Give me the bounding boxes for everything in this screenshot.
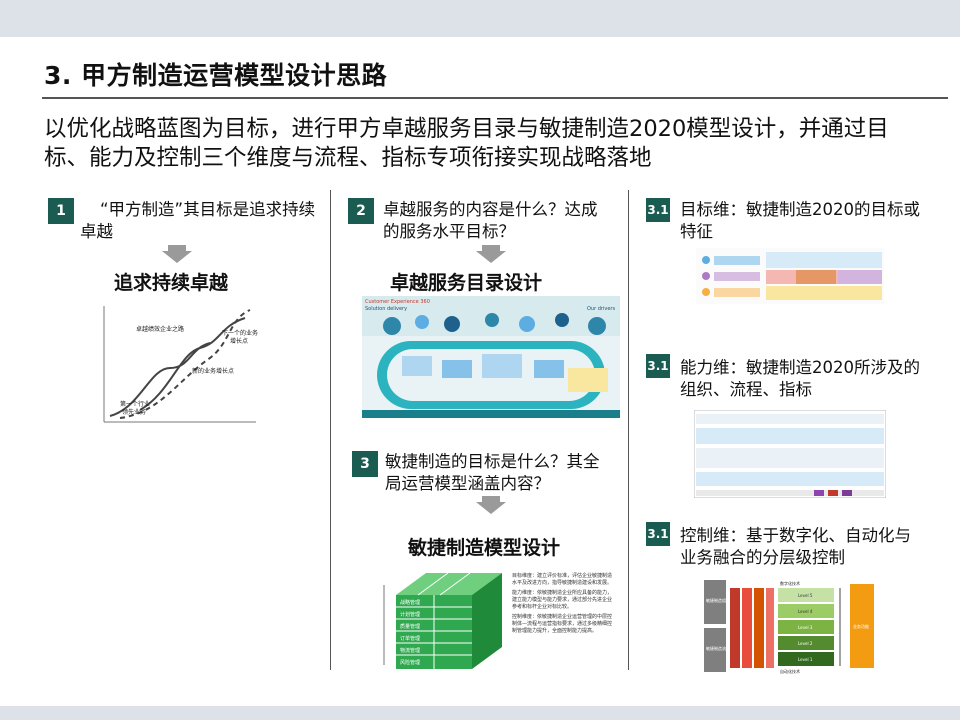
step-badge-2: 2 — [348, 198, 374, 224]
ctrl-level-4: Level 4 — [798, 609, 813, 614]
capability-dimension-image — [694, 410, 886, 498]
img-label-right: Our drivers — [587, 306, 615, 312]
ctrl-right: 业务功能 — [853, 623, 869, 629]
curve-label-first2: 领先业务 — [122, 408, 146, 416]
ctrl-level-3: Level 3 — [798, 625, 813, 630]
dimension-badge-goal: 3.1 — [646, 198, 670, 222]
down-arrow-icon — [476, 496, 506, 514]
img-label-left: Customer Experience 360 — [365, 299, 430, 305]
question-3: 敏捷制造的目标是什么？其全局运营模型涵盖内容？ — [385, 452, 600, 493]
curve-label-top: 卓越绩效企业之路 — [136, 325, 184, 333]
ctrl-level-5: Level 5 — [798, 593, 813, 598]
curve-label-next2: 增长点 — [230, 337, 248, 345]
ctrl-top: 数字化技术 — [780, 580, 800, 586]
ctrl-level-1: Level 1 — [798, 657, 813, 662]
ctrl-bottom: 自动化技术 — [780, 668, 800, 674]
bullet-capability: 能力维度：依敏捷制造企业所应具备的能力，建立能力模型与能力要求，通过部分先进企业… — [512, 590, 613, 610]
heading-sustained-excellence: 追求持续卓越 — [114, 272, 229, 294]
dimension-badge-control: 3.1 — [646, 522, 670, 546]
column-divider-1 — [330, 190, 331, 670]
cube-row-3: 质量管理 — [400, 623, 420, 630]
down-arrow-icon — [162, 245, 192, 263]
service-catalog-image: Customer Experience 360 Solution deliver… — [362, 296, 620, 418]
bullet-goal: 目标维度：建立评价标准，评估企业敏捷制造水平及改进方向，指导敏捷制造建设和发展。 — [512, 573, 613, 586]
step-badge-1: 1 — [48, 198, 74, 224]
curve-label-next: 下一个的业务 — [222, 329, 258, 337]
cube-row-4: 订单管理 — [400, 635, 420, 642]
agile-cube-diagram: 战略管理 计划管理 质量管理 订单管理 物流管理 风险管理 — [380, 565, 510, 675]
bullet-control: 控制维度：依敏捷制造企业运营管理的中层控制体—流程与运营指标要求，通过多级精细控… — [512, 614, 613, 634]
goal-dimension-text: 目标维：敏捷制造2020的目标或特征 — [680, 200, 920, 241]
control-dimension-text: 控制维：基于数字化、自动化与业务融合的分层级控制 — [680, 526, 911, 567]
question-1: “甲方制造”其目标是追求持续卓越 — [80, 200, 316, 241]
down-arrow-icon — [476, 245, 506, 263]
step-badge-3: 3 — [352, 451, 378, 477]
growth-curve-diagram: 卓越绩效企业之路 下一个的业务 增长点 新的业务增长点 第一个行业 领先业务 — [100, 298, 260, 428]
title-divider — [42, 97, 948, 99]
heading-agile-model: 敏捷制造模型设计 — [408, 537, 561, 559]
ctrl-level-2: Level 2 — [798, 641, 813, 646]
column-divider-2 — [628, 190, 629, 670]
question-2: 卓越服务的内容是什么？达成的服务水平目标？ — [383, 200, 598, 241]
img-label-left2: Solution delivery — [365, 306, 407, 312]
ctrl-left-2: 敏捷制造流程 — [706, 645, 730, 651]
ctrl-left-1: 敏捷制造组织 — [706, 597, 730, 603]
agile-model-bullets: 目标维度：建立评价标准，评估企业敏捷制造水平及改进方向，指导敏捷制造建设和发展。… — [512, 573, 616, 635]
cube-row-6: 风险管理 — [400, 659, 420, 666]
curve-label-new: 新的业务增长点 — [192, 367, 234, 375]
cube-row-2: 计划管理 — [400, 611, 420, 618]
control-dimension-diagram: 敏捷制造组织 敏捷制造流程 数字化技术 Level 5 Level 4 Leve… — [702, 578, 878, 674]
capability-dimension-text: 能力维：敏捷制造2020所涉及的组织、流程、指标 — [680, 358, 920, 399]
heading-service-catalog: 卓越服务目录设计 — [390, 272, 543, 294]
cube-row-1: 战略管理 — [400, 599, 420, 606]
bottom-bar — [0, 706, 960, 720]
top-bar — [0, 0, 960, 37]
page-title: 3. 甲方制造运营模型设计思路 — [44, 61, 388, 90]
curve-label-first: 第一个行业 — [120, 400, 150, 408]
dimension-badge-capability: 3.1 — [646, 354, 670, 378]
cube-row-5: 物流管理 — [400, 647, 420, 654]
intro-text: 以优化战略蓝图为目标，进行甲方卓越服务目录与敏捷制造2020模型设计，并通过目标… — [44, 116, 889, 171]
goal-dimension-image — [696, 244, 884, 304]
